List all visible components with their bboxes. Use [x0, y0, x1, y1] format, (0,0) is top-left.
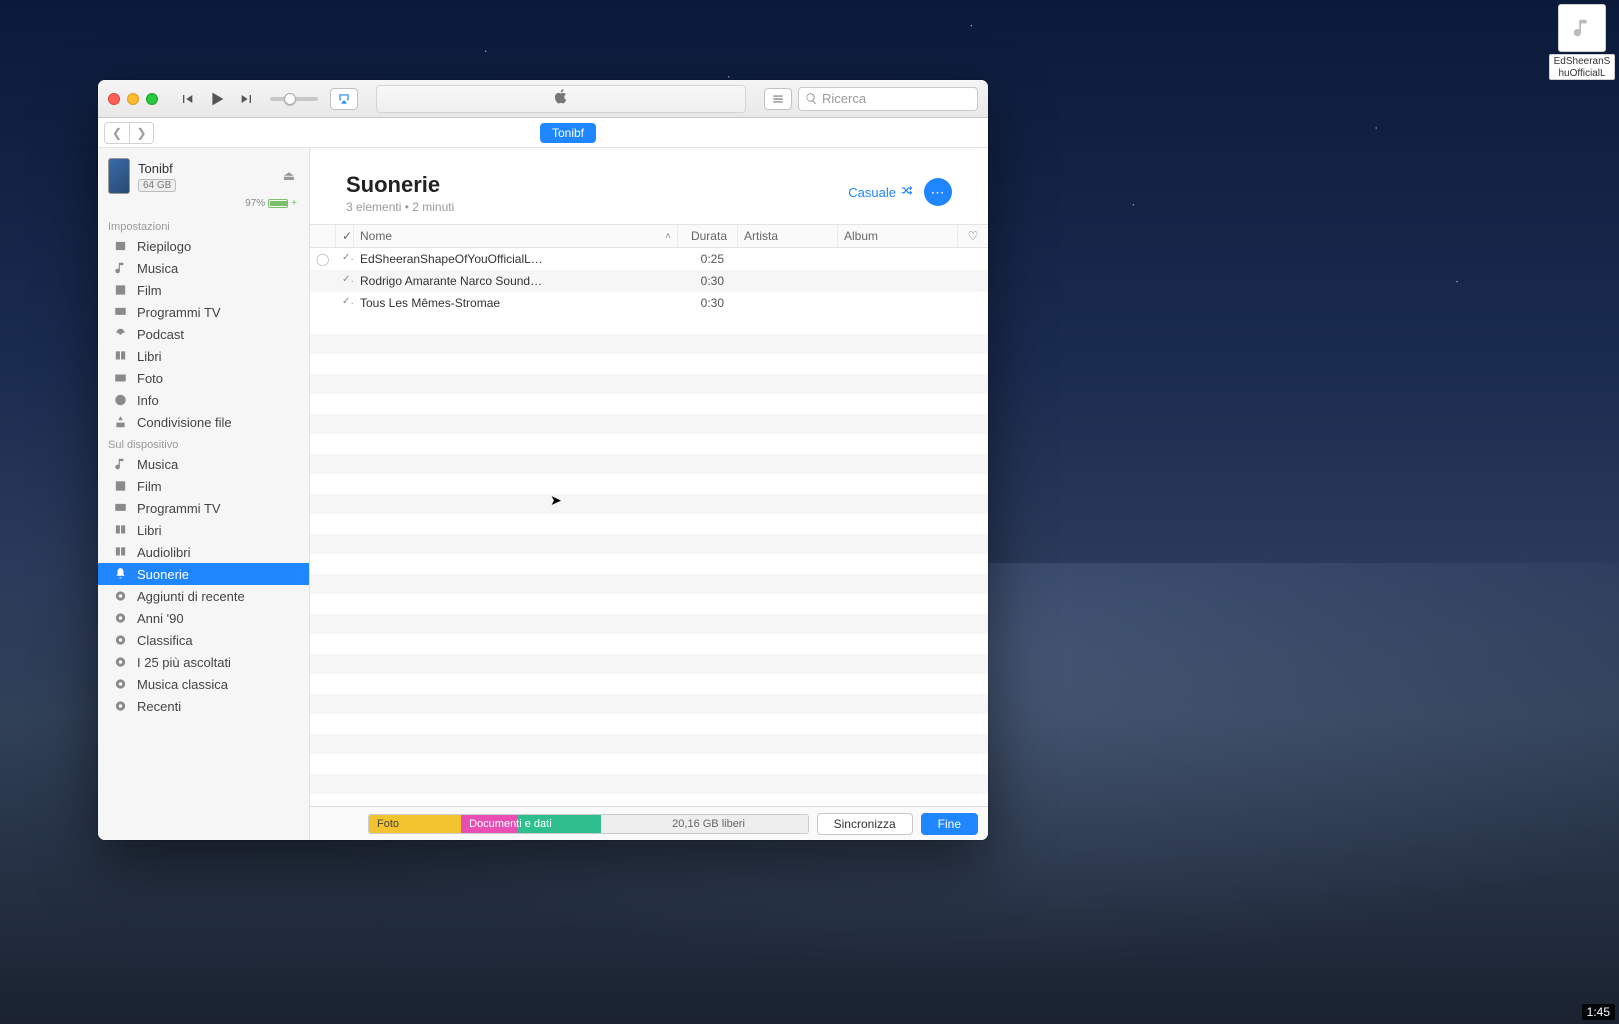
breadcrumb-device-pill[interactable]: Tonibf [540, 123, 596, 143]
list-view-button[interactable] [764, 88, 792, 110]
minimize-window-button[interactable] [127, 93, 139, 105]
sidebar-item-dev-aggiunti-recente[interactable]: Aggiunti di recente [98, 585, 309, 607]
sidebar: Tonibf 64 GB ⏏ 97% + Impostazioni Riepil… [98, 148, 310, 840]
storage-seg-foto: Foto [369, 815, 461, 833]
breadcrumb-bar: ❮ ❯ Tonibf [98, 118, 988, 148]
next-track-button[interactable] [236, 88, 258, 110]
device-capacity: 64 GB [138, 179, 176, 192]
search-placeholder: Ricerca [822, 91, 866, 106]
tracks-table: ✓ Nome˄ Durata Artista Album ♡ ◯ ✓ EdShe… [310, 224, 988, 806]
sidebar-item-dev-25-ascoltati[interactable]: I 25 più ascoltati [98, 651, 309, 673]
sidebar-item-film[interactable]: Film [98, 279, 309, 301]
row-name: Tous Les Mêmes-Stromae [354, 292, 678, 314]
nav-back-forward: ❮ ❯ [104, 122, 154, 144]
search-field[interactable]: Ricerca [798, 87, 978, 111]
page-header: Suonerie 3 elementi • 2 minuti Casuale ⋯ [310, 148, 988, 224]
sidebar-item-dev-musica-classica[interactable]: Musica classica [98, 673, 309, 695]
sidebar-item-dev-classifica[interactable]: Classifica [98, 629, 309, 651]
lcd-display [376, 85, 746, 113]
main-pane: Suonerie 3 elementi • 2 minuti Casuale ⋯ [310, 148, 988, 840]
col-name[interactable]: Nome˄ [354, 225, 678, 247]
page-title: Suonerie [346, 172, 454, 198]
desktop-file-name: EdSheeranShuOfficialLy…Vi [1549, 54, 1615, 80]
col-duration[interactable]: Durata [678, 225, 738, 247]
sidebar-item-foto[interactable]: Foto [98, 367, 309, 389]
device-name: Tonibf [138, 161, 275, 176]
table-header: ✓ Nome˄ Durata Artista Album ♡ [310, 224, 988, 248]
sort-asc-icon: ˄ [665, 231, 671, 242]
zoom-window-button[interactable] [146, 93, 158, 105]
shuffle-button[interactable]: Casuale [848, 184, 914, 201]
shuffle-icon [900, 184, 914, 201]
col-check[interactable]: ✓ [336, 225, 354, 247]
row-play-icon[interactable]: ◯ [310, 248, 336, 270]
sidebar-item-info[interactable]: Info [98, 389, 309, 411]
device-header[interactable]: Tonibf 64 GB ⏏ [98, 148, 309, 198]
sidebar-section-settings: Impostazioni [98, 215, 309, 235]
battery-icon [268, 199, 288, 208]
file-thumbnail-icon [1558, 4, 1606, 52]
sidebar-item-programmi-tv[interactable]: Programmi TV [98, 301, 309, 323]
storage-seg-free: 20,16 GB liberi [601, 815, 807, 833]
battery-percent: 97% [245, 198, 265, 209]
sidebar-item-riepilogo[interactable]: Riepilogo [98, 235, 309, 257]
battery-status: 97% + [98, 198, 309, 215]
sidebar-item-dev-anni-90[interactable]: Anni '90 [98, 607, 309, 629]
itunes-window: Ricerca ❮ ❯ Tonibf Tonibf 64 GB ⏏ 97% [98, 80, 988, 840]
table-body: ◯ ✓ EdSheeranShapeOfYouOfficialL… 0:25 ✓… [310, 248, 988, 806]
transport-controls [176, 88, 258, 110]
col-artist[interactable]: Artista [738, 225, 838, 247]
row-duration: 0:30 [678, 270, 738, 292]
window-controls [108, 93, 158, 105]
search-icon [805, 92, 818, 105]
row-duration: 0:25 [678, 248, 738, 270]
apple-logo-icon [552, 87, 570, 110]
storage-bar: Foto Documenti e dati 20,16 GB liberi [368, 814, 809, 834]
sidebar-item-dev-programmi-tv[interactable]: Programmi TV [98, 497, 309, 519]
sidebar-item-dev-libri[interactable]: Libri [98, 519, 309, 541]
row-name: Rodrigo Amarante Narco Sound… [354, 270, 678, 292]
page-subtitle: 3 elementi • 2 minuti [346, 200, 454, 214]
sync-button[interactable]: Sincronizza [817, 813, 913, 835]
forward-button[interactable]: ❯ [129, 123, 153, 143]
video-timestamp: 1:45 [1582, 1004, 1615, 1020]
sidebar-item-musica[interactable]: Musica [98, 257, 309, 279]
device-thumbnail-icon [108, 158, 130, 194]
col-love[interactable]: ♡ [958, 225, 988, 247]
sidebar-item-dev-audiolibri[interactable]: Audiolibri [98, 541, 309, 563]
sidebar-section-on-device: Sul dispositivo [98, 433, 309, 453]
row-name: EdSheeranShapeOfYouOfficialL… [354, 248, 678, 270]
sidebar-item-dev-musica[interactable]: Musica [98, 453, 309, 475]
table-row[interactable]: ✓ Tous Les Mêmes-Stromae 0:30 [310, 292, 988, 314]
row-duration: 0:30 [678, 292, 738, 314]
empty-rows [310, 314, 988, 806]
airplay-button[interactable] [330, 88, 358, 110]
row-check[interactable]: ✓ [336, 292, 354, 314]
done-button[interactable]: Fine [921, 813, 978, 835]
close-window-button[interactable] [108, 93, 120, 105]
col-album[interactable]: Album [838, 225, 958, 247]
previous-track-button[interactable] [176, 88, 198, 110]
titlebar: Ricerca [98, 80, 988, 118]
sidebar-item-dev-film[interactable]: Film [98, 475, 309, 497]
play-button[interactable] [206, 88, 228, 110]
sidebar-item-libri[interactable]: Libri [98, 345, 309, 367]
sidebar-item-dev-recenti[interactable]: Recenti [98, 695, 309, 717]
more-options-button[interactable]: ⋯ [924, 178, 952, 206]
storage-seg-docs: Documenti e dati [461, 815, 601, 833]
desktop-file[interactable]: EdSheeranShuOfficialLy…Vi [1549, 4, 1615, 80]
table-row[interactable]: ◯ ✓ EdSheeranShapeOfYouOfficialL… 0:25 [310, 248, 988, 270]
back-button[interactable]: ❮ [105, 123, 129, 143]
table-row[interactable]: ✓ Rodrigo Amarante Narco Sound… 0:30 [310, 270, 988, 292]
sidebar-item-dev-suonerie[interactable]: Suonerie [98, 563, 309, 585]
volume-slider[interactable] [270, 97, 318, 101]
eject-icon[interactable]: ⏏ [283, 168, 299, 184]
row-check[interactable]: ✓ [336, 270, 354, 292]
footer-bar: Foto Documenti e dati 20,16 GB liberi Si… [310, 806, 988, 840]
sidebar-item-condivisione-file[interactable]: Condivisione file [98, 411, 309, 433]
row-check[interactable]: ✓ [336, 248, 354, 270]
sidebar-item-podcast[interactable]: Podcast [98, 323, 309, 345]
